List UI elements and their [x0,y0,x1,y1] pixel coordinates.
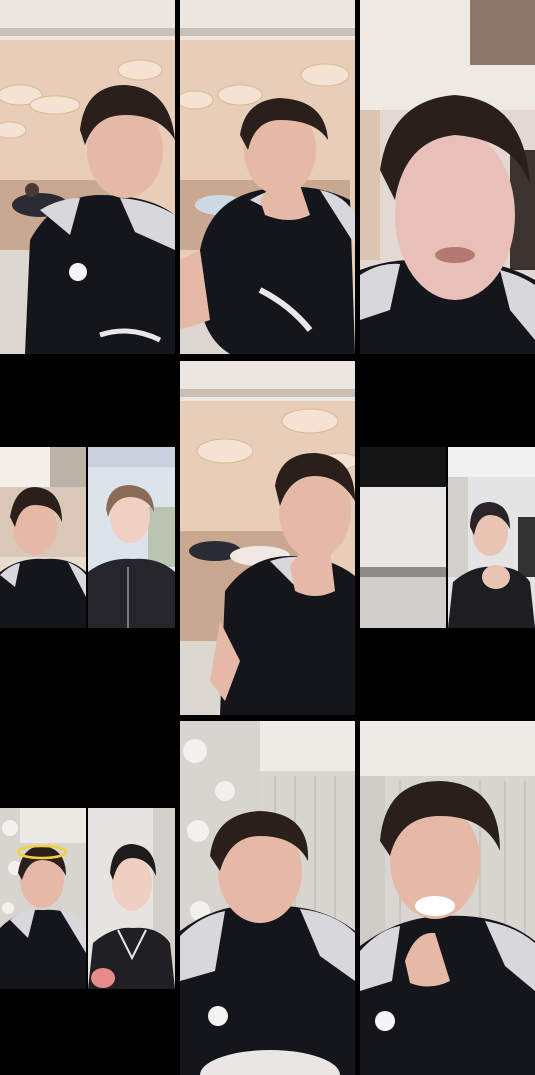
guest-split-half-2 [88,808,175,989]
video-tile-6[interactable] [360,447,535,628]
guest-split-half [88,447,175,628]
video-tile-3[interactable] [360,0,535,354]
video-grid [0,0,535,1075]
host-split-half [0,447,86,628]
host-smiling-video-frame [0,0,175,354]
video-tile-4[interactable] [0,447,175,628]
host-sitting-video-frame [180,0,355,354]
video-tile-9[interactable] [360,721,535,1075]
host-halo-split-half [0,808,86,989]
video-tile-2[interactable] [180,0,355,354]
room-split-half [360,447,446,628]
host-eyes-closed-video-frame [180,721,355,1075]
host-laughing-video-frame [360,721,535,1075]
host-closeup-video-frame [360,0,535,354]
video-tile-7[interactable] [0,808,175,989]
video-tile-5[interactable] [180,361,355,715]
video-tile-8[interactable] [180,721,355,1075]
video-tile-1[interactable] [0,0,175,354]
guest-laughing-split-half [448,447,535,628]
host-hand-mouth-video-frame [180,361,355,715]
